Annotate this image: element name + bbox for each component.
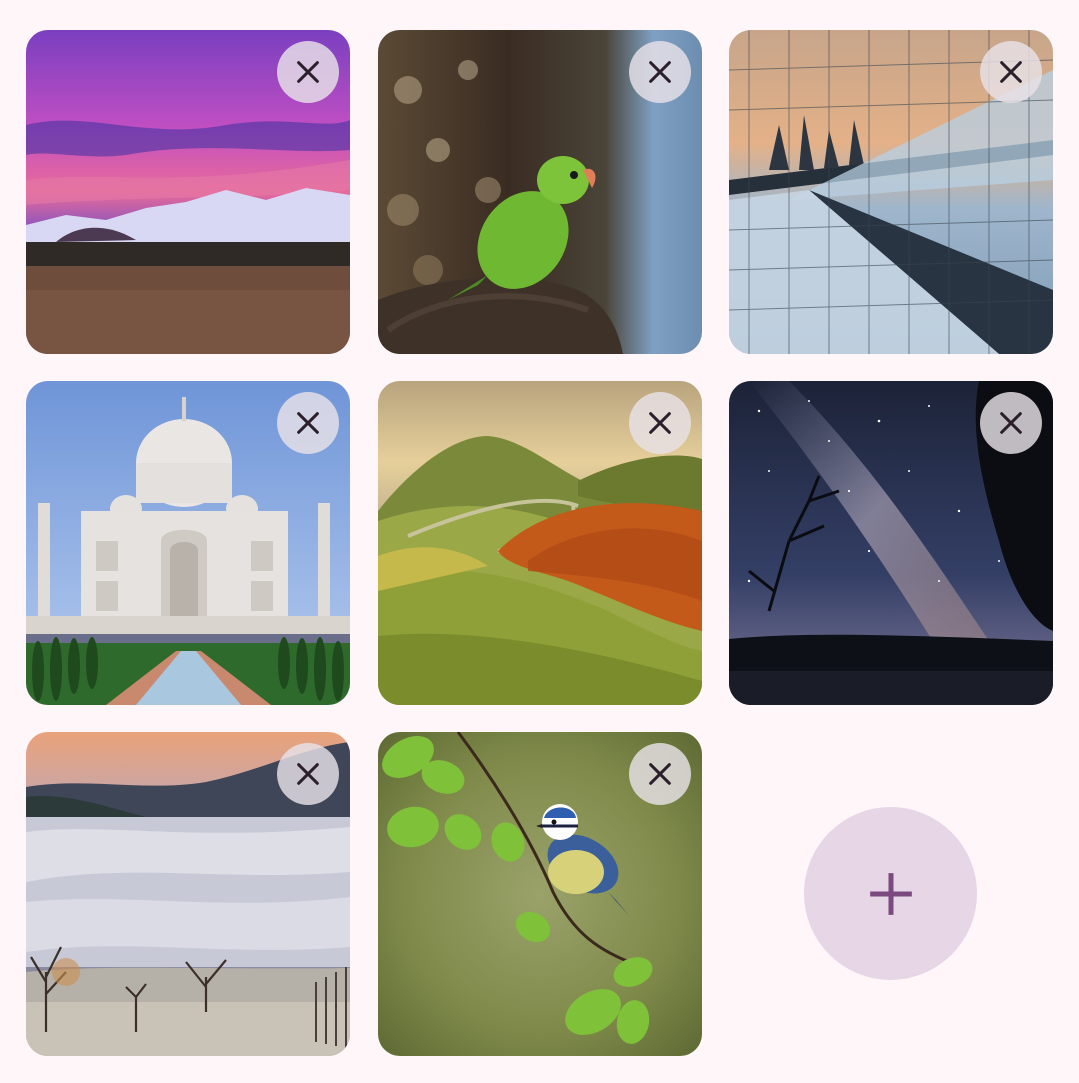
close-icon	[297, 763, 319, 785]
remove-image-button[interactable]	[980, 392, 1042, 454]
close-icon	[297, 412, 319, 434]
remove-image-button[interactable]	[629, 41, 691, 103]
close-icon	[1000, 61, 1022, 83]
remove-image-button[interactable]	[277, 743, 339, 805]
image-taj-mahal[interactable]	[26, 381, 350, 705]
close-icon	[649, 412, 671, 434]
remove-image-button[interactable]	[980, 41, 1042, 103]
close-icon	[1000, 412, 1022, 434]
remove-image-button[interactable]	[277, 392, 339, 454]
close-icon	[649, 61, 671, 83]
plus-icon	[869, 872, 912, 915]
remove-image-button[interactable]	[629, 743, 691, 805]
image-green-parrot[interactable]	[378, 30, 702, 354]
image-milky-way[interactable]	[729, 381, 1053, 705]
remove-image-button[interactable]	[277, 41, 339, 103]
remove-image-button[interactable]	[629, 392, 691, 454]
image-glass-building[interactable]	[729, 30, 1053, 354]
image-green-hills[interactable]	[378, 381, 702, 705]
close-icon	[649, 763, 671, 785]
add-image-button[interactable]	[804, 807, 977, 980]
image-blue-tit-bird[interactable]	[378, 732, 702, 1056]
close-icon	[297, 61, 319, 83]
image-foggy-valley[interactable]	[26, 732, 350, 1056]
image-mountain-sunset[interactable]	[26, 30, 350, 354]
image-picker-grid	[0, 0, 1079, 1083]
